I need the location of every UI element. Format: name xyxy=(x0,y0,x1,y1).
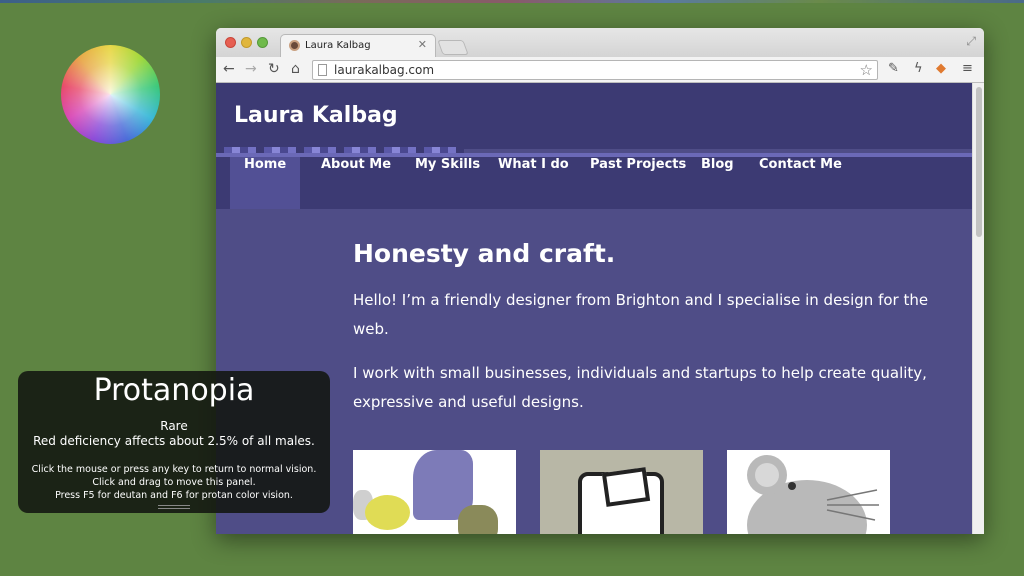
home-icon[interactable]: ⌂ xyxy=(291,61,300,77)
panel-help-line: Press F5 for deutan and F6 for protan co… xyxy=(55,490,293,501)
menu-icon[interactable]: ≡ xyxy=(962,61,973,77)
minimize-window-button[interactable] xyxy=(241,37,252,48)
nav-home[interactable]: Home xyxy=(230,157,301,209)
lightning-icon[interactable]: ϟ xyxy=(914,61,923,77)
drag-handle-icon[interactable] xyxy=(158,505,190,509)
nav-what-i-do[interactable]: What I do xyxy=(484,157,583,209)
browser-toolbar: ← → ↻ ⌂ laurakalbag.com ☆ ✎ ϟ ◆ ≡ xyxy=(216,57,984,83)
page-scrollbar[interactable] xyxy=(972,83,984,534)
project-thumb-map[interactable] xyxy=(353,450,516,534)
address-bar[interactable]: laurakalbag.com ☆ xyxy=(312,60,878,80)
scrollbar-thumb[interactable] xyxy=(976,87,982,237)
reload-icon[interactable]: ↻ xyxy=(268,61,280,77)
wallet-icon xyxy=(578,467,664,534)
project-thumb-mouse[interactable] xyxy=(727,450,890,534)
mouse-illustration-icon xyxy=(747,455,879,534)
tab-bar: Laura Kalbag ✕ ⤢ xyxy=(216,28,984,57)
top-color-strip xyxy=(0,0,1024,3)
panel-rarity: Rare xyxy=(160,419,188,433)
nav-about-me[interactable]: About Me xyxy=(307,157,405,209)
color-wheel-icon xyxy=(61,45,160,144)
page-viewport: Laura Kalbag Home About Me My Skills Wha… xyxy=(216,83,984,534)
map-shape xyxy=(365,495,410,530)
panel-help-line: Click the mouse or press any key to retu… xyxy=(31,464,317,475)
tab-title: Laura Kalbag xyxy=(305,40,371,51)
new-tab-button[interactable] xyxy=(437,40,469,55)
bookmark-star-icon[interactable]: ☆ xyxy=(860,61,873,79)
nav-contact-me[interactable]: Contact Me xyxy=(745,157,856,209)
site-title[interactable]: Laura Kalbag xyxy=(234,103,398,128)
site-header: Laura Kalbag xyxy=(216,83,972,149)
page-headline: Honesty and craft. xyxy=(353,239,616,268)
panel-description: Red deficiency affects about 2.5% of all… xyxy=(33,434,315,448)
tab-close-icon[interactable]: ✕ xyxy=(418,38,427,51)
url-text: laurakalbag.com xyxy=(334,63,435,77)
nav-blog[interactable]: Blog xyxy=(687,157,748,209)
intro-paragraph: Hello! I’m a friendly designer from Brig… xyxy=(353,291,929,338)
browser-tab[interactable]: Laura Kalbag ✕ xyxy=(280,34,436,57)
wrench-icon[interactable]: ✎ xyxy=(888,61,899,77)
fullscreen-icon[interactable]: ⤢ xyxy=(966,34,976,49)
forward-icon[interactable]: → xyxy=(245,61,257,77)
project-thumb-wallet[interactable] xyxy=(540,450,703,534)
zoom-window-button[interactable] xyxy=(257,37,268,48)
page-icon xyxy=(318,64,327,76)
work-paragraph: I work with small businesses, individual… xyxy=(353,364,927,411)
map-shape xyxy=(458,505,498,534)
browser-window: Laura Kalbag ✕ ⤢ ← → ↻ ⌂ laurakalbag.com… xyxy=(216,28,984,534)
panel-help-line: Click and drag to move this panel. xyxy=(92,477,256,488)
favicon-icon xyxy=(289,40,300,51)
card-icon xyxy=(601,467,651,507)
back-icon[interactable]: ← xyxy=(223,61,235,77)
extension-icon[interactable]: ◆ xyxy=(936,61,946,77)
color-blindness-panel[interactable]: Protanopia Rare Red deficiency affects a… xyxy=(18,371,330,513)
panel-title: Protanopia xyxy=(93,373,255,408)
nav-my-skills[interactable]: My Skills xyxy=(401,157,494,209)
site-nav: Home About Me My Skills What I do Past P… xyxy=(216,157,972,209)
nav-past-projects[interactable]: Past Projects xyxy=(576,157,700,209)
close-window-button[interactable] xyxy=(225,37,236,48)
